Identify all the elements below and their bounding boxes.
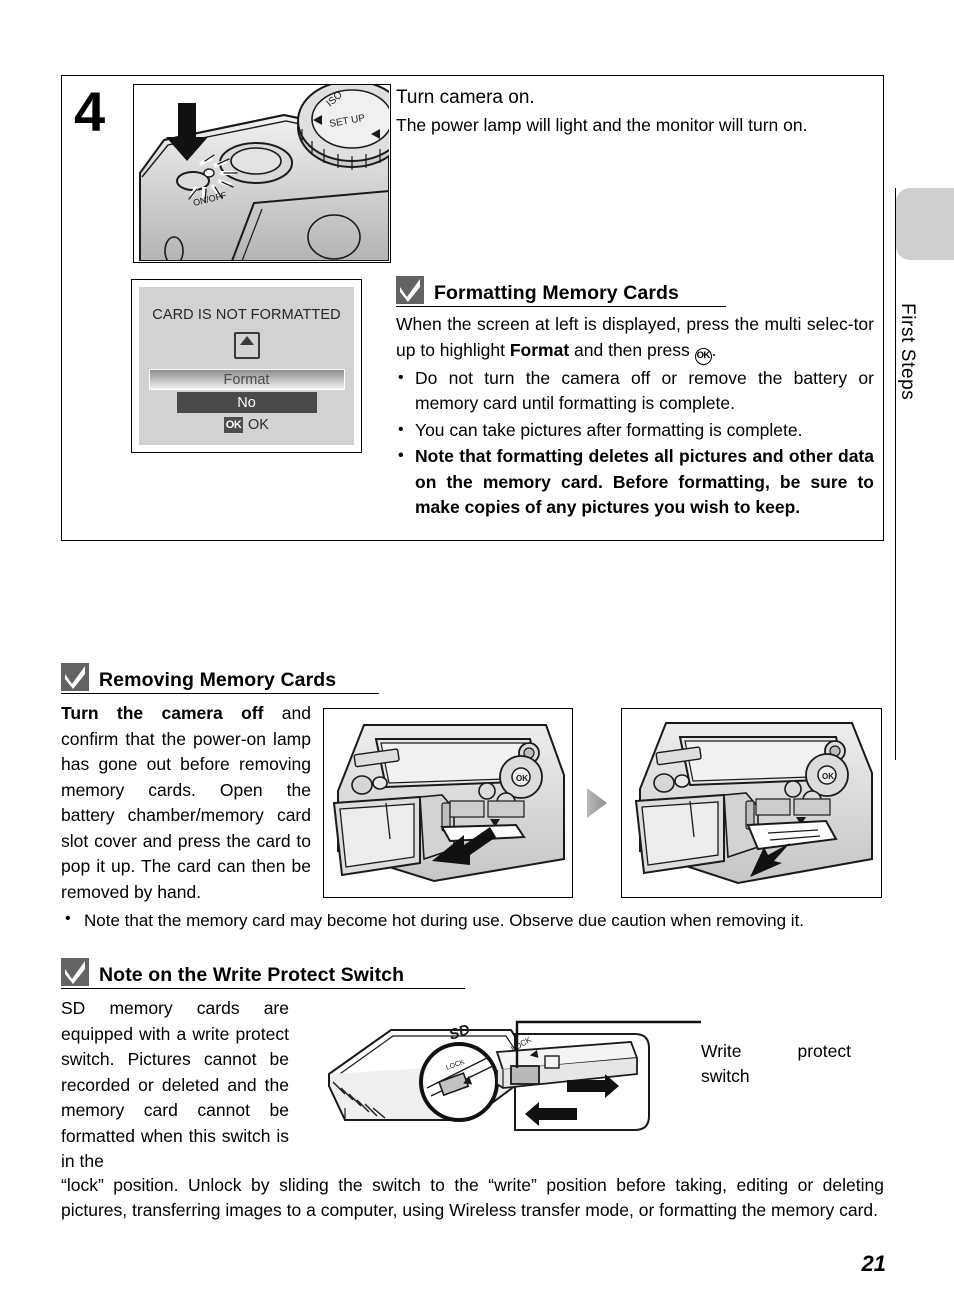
checkmark-icon	[396, 276, 424, 304]
note-bullet-item-warning: Note that formatting deletes all picture…	[396, 443, 874, 521]
figure-camera-top-power-button: ON/OFF ISO SET UP	[133, 84, 391, 263]
note-bullet-list: Do not turn the camera off or remove the…	[396, 365, 874, 521]
svg-text:OK: OK	[822, 772, 834, 781]
note-title: Removing Memory Cards	[99, 669, 337, 691]
removing-content: Turn the camera off and confirm that the…	[61, 701, 884, 905]
note-intro: When the screen at left is displayed, pr…	[396, 312, 874, 365]
note-intro-bold: Format	[509, 339, 570, 360]
sd-card-illustration: SD LOCK LOCK	[327, 1020, 701, 1131]
ok-button-icon: OK	[224, 417, 244, 433]
camera-back-card-pull-illustration: OK	[634, 722, 873, 885]
write-protect-tail-text: “lock” position. Unlock by sliding the s…	[61, 1174, 884, 1221]
camera-top-illustration: ON/OFF ISO SET UP	[139, 85, 390, 262]
page-number: 21	[861, 1251, 886, 1276]
section-tab-label: First Steps	[897, 303, 918, 401]
note-heading: Formatting Memory Cards	[396, 276, 726, 307]
removing-body-rest: and confirm that the power-on lamp has g…	[61, 703, 311, 902]
lcd-ok-label: OK	[248, 417, 269, 433]
write-protect-content: SD memory cards are equipped with a writ…	[61, 996, 884, 1175]
ok-button-inline-icon: OK	[694, 347, 712, 365]
svg-text:OK: OK	[516, 774, 528, 783]
section-tab-first-steps	[896, 188, 954, 260]
removing-body-bold: Turn the camera off	[61, 703, 264, 723]
removing-footnote: Note that the memory card may become hot…	[61, 907, 884, 933]
checkmark-icon	[61, 663, 89, 691]
gray-arrow-icon	[587, 788, 607, 818]
memory-card-icon	[233, 332, 260, 359]
step-arrow-separator	[573, 786, 621, 820]
lcd-message: CARD IS NOT FORMATTED	[152, 307, 341, 323]
lcd-option-format[interactable]: Format	[148, 369, 345, 390]
step-body-text: The power lamp will light and the monito…	[396, 115, 808, 135]
removing-figures: OK OK	[323, 701, 882, 905]
note-intro-b: and then press	[569, 339, 695, 360]
figure-remove-card-by-hand: OK	[621, 708, 882, 898]
section-removing-memory-cards: Removing Memory Cards Turn the camera of…	[61, 663, 884, 933]
note-heading: Note on the Write Protect Switch	[61, 958, 465, 989]
lcd-option-no[interactable]: No	[176, 392, 317, 413]
step-instruction: Turn camera on. The power lamp will ligh…	[396, 84, 872, 138]
lcd-ok-hint: OK OK	[224, 417, 269, 433]
figure-lcd-card-not-formatted: CARD IS NOT FORMATTED Format No OK OK	[131, 279, 362, 453]
lcd-screen: CARD IS NOT FORMATTED Format No OK OK	[139, 287, 354, 445]
write-protect-switch-callout-label: Write protect switch	[701, 1041, 851, 1086]
step-lead-text: Turn camera on.	[396, 87, 535, 108]
note-bullet-item: You can take pictures after formatting i…	[396, 417, 874, 444]
note-title: Formatting Memory Cards	[434, 282, 680, 304]
section-write-protect-switch: Note on the Write Protect Switch SD memo…	[61, 958, 884, 1224]
note-bullet-item: Do not turn the camera off or remove the…	[396, 365, 874, 417]
step-number: 4	[74, 80, 105, 143]
step-box: 4 ON/OFF ISO SET UP CARD IS NOT FORMATTE…	[61, 75, 884, 541]
checkmark-icon	[61, 958, 89, 986]
note-heading: Removing Memory Cards	[61, 663, 379, 694]
figure-sd-card-write-protect: SD LOCK LOCK Write protect switch	[301, 996, 851, 1136]
write-protect-body-text: SD memory cards are equipped with a writ…	[61, 998, 289, 1171]
note-title: Note on the Write Protect Switch	[99, 964, 405, 986]
note-intro-c: .	[711, 339, 717, 360]
note-formatting-memory-cards: Formatting Memory Cards When the screen …	[396, 276, 874, 521]
removing-body-text: Turn the camera off and confirm that the…	[61, 701, 311, 905]
figure-press-card-to-eject: OK	[323, 708, 573, 898]
camera-back-card-push-illustration: OK	[332, 724, 565, 883]
